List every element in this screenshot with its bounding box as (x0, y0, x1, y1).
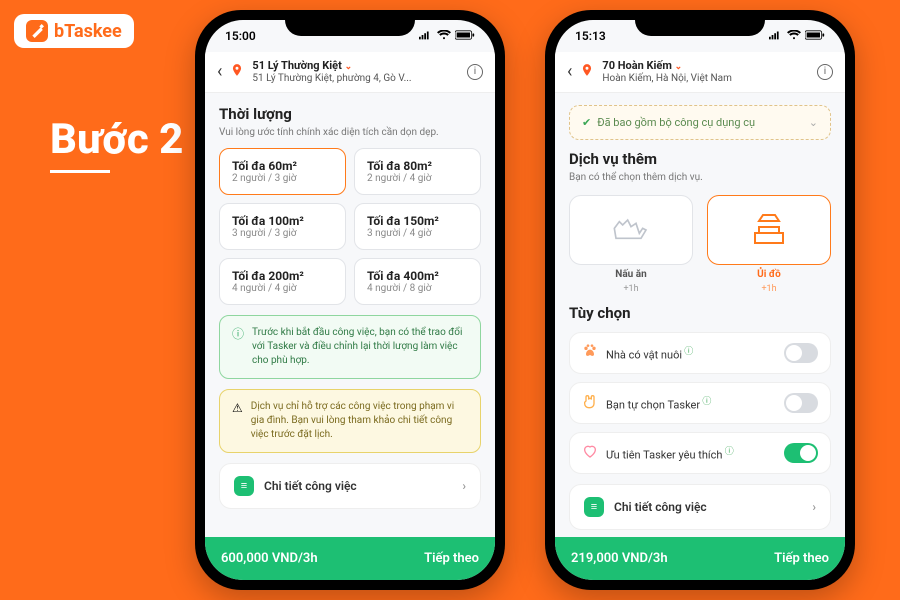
warning-icon: ⚠ (232, 400, 243, 417)
brand-icon (26, 20, 48, 42)
header: ‹ 70 Hoàn Kiếm ⌄ Hoàn Kiếm, Hà Nội, Việt… (555, 52, 845, 93)
extra-title: Dịch vụ thêm (569, 150, 831, 168)
step-underline (50, 170, 110, 173)
tools-included-pill[interactable]: ✔Đã bao gồm bộ công cụ dụng cụ ⌄ (569, 105, 831, 140)
duration-subtitle: Vui lòng ước tính chính xác diện tích cầ… (219, 127, 481, 138)
info-banner: ⓘ Trước khi bắt đầu công việc, bạn có th… (219, 315, 481, 379)
chevron-down-icon: ⌄ (345, 62, 353, 72)
wifi-icon (437, 29, 451, 43)
hand-icon (582, 393, 598, 413)
location-pin-icon (230, 63, 244, 81)
duration-option[interactable]: Tối đa 100m² 3 người / 3 giờ (219, 203, 346, 250)
duration-option[interactable]: Tối đa 80m² 2 người / 4 giờ (354, 148, 481, 195)
list-icon: ≡ (234, 476, 254, 496)
info-icon: ⓘ (232, 326, 244, 343)
list-icon: ≡ (584, 497, 604, 517)
heart-icon (582, 443, 598, 463)
chevron-down-icon: ⌄ (675, 62, 683, 72)
chevron-right-icon: › (462, 479, 466, 493)
option-pets[interactable]: Nhà có vật nuôi ⓘ (569, 332, 831, 374)
back-button[interactable]: ‹ (217, 61, 222, 82)
pets-icon (582, 343, 598, 363)
extra-tile-cooking[interactable]: Nấu ăn +1h (569, 195, 693, 294)
next-button[interactable]: Tiếp theo (424, 551, 479, 566)
notch (285, 10, 415, 36)
location-pin-icon (580, 63, 594, 81)
duration-options: Tối đa 60m² 2 người / 3 giờ Tối đa 80m² … (219, 148, 481, 305)
footer-bar[interactable]: 600,000 VND/3h Tiếp theo (205, 537, 495, 580)
footer-bar[interactable]: 219,000 VND/3h Tiếp theo (555, 537, 845, 580)
help-icon[interactable]: ⓘ (700, 397, 711, 407)
header: ‹ 51 Lý Thường Kiệt ⌄ 51 Lý Thường Kiệt,… (205, 52, 495, 93)
price-label: 219,000 VND/3h (571, 551, 668, 566)
duration-title: Thời lượng (219, 105, 481, 123)
signal-icon (769, 29, 783, 43)
address-selector[interactable]: 70 Hoàn Kiếm ⌄ Hoàn Kiếm, Hà Nội, Việt N… (602, 60, 809, 84)
job-detail-row[interactable]: ≡ Chi tiết công việc › (219, 463, 481, 509)
phone-right: 15:13 ‹ 70 Hoàn Kiếm ⌄ Hoàn Kiếm, Hà (545, 10, 855, 590)
brand-name: bTaskee (54, 21, 122, 42)
toggle-choose-tasker[interactable] (784, 393, 818, 413)
help-icon[interactable]: ⓘ (682, 347, 693, 357)
cooking-icon (611, 215, 651, 245)
option-favorite-tasker[interactable]: Ưu tiên Tasker yêu thích ⓘ (569, 432, 831, 474)
ironing-icon (749, 213, 789, 247)
next-button[interactable]: Tiếp theo (774, 551, 829, 566)
address-selector[interactable]: 51 Lý Thường Kiệt ⌄ 51 Lý Thường Kiệt, p… (252, 60, 459, 84)
duration-option[interactable]: Tối đa 150m² 3 người / 4 giờ (354, 203, 481, 250)
extra-subtitle: Bạn có thể chọn thêm dịch vụ. (569, 172, 831, 183)
chevron-down-icon: ⌄ (809, 116, 818, 129)
battery-icon (805, 29, 825, 43)
brand-logo: bTaskee (14, 14, 134, 48)
toggle-pets[interactable] (784, 343, 818, 363)
toggle-favorite-tasker[interactable] (784, 443, 818, 463)
job-detail-row[interactable]: ≡ Chi tiết công việc › (569, 484, 831, 530)
option-choose-tasker[interactable]: Bạn tự chọn Tasker ⓘ (569, 382, 831, 424)
battery-icon (455, 29, 475, 43)
warning-banner: ⚠ Dịch vụ chỉ hỗ trợ các công việc trong… (219, 389, 481, 453)
check-icon: ✔ (582, 116, 591, 129)
chevron-right-icon: › (812, 500, 816, 514)
duration-option[interactable]: Tối đa 200m² 4 người / 4 giờ (219, 258, 346, 305)
help-icon[interactable]: ⓘ (722, 447, 733, 457)
extra-tile-ironing[interactable]: Ủi đồ +1h (707, 195, 831, 294)
duration-option[interactable]: Tối đa 60m² 2 người / 3 giờ (219, 148, 346, 195)
wifi-icon (787, 29, 801, 43)
back-button[interactable]: ‹ (567, 61, 572, 82)
duration-option[interactable]: Tối đa 400m² 4 người / 8 giờ (354, 258, 481, 305)
signal-icon (419, 29, 433, 43)
step-title: Bước 2 (50, 115, 183, 164)
options-title: Tùy chọn (569, 304, 831, 322)
notch (635, 10, 765, 36)
info-icon[interactable]: i (467, 64, 483, 80)
status-time: 15:00 (225, 29, 256, 43)
info-icon[interactable]: i (817, 64, 833, 80)
price-label: 600,000 VND/3h (221, 551, 318, 566)
phone-left: 15:00 ‹ 51 Lý Thường Kiệt ⌄ 51 Lý Thư (195, 10, 505, 590)
status-time: 15:13 (575, 29, 606, 43)
